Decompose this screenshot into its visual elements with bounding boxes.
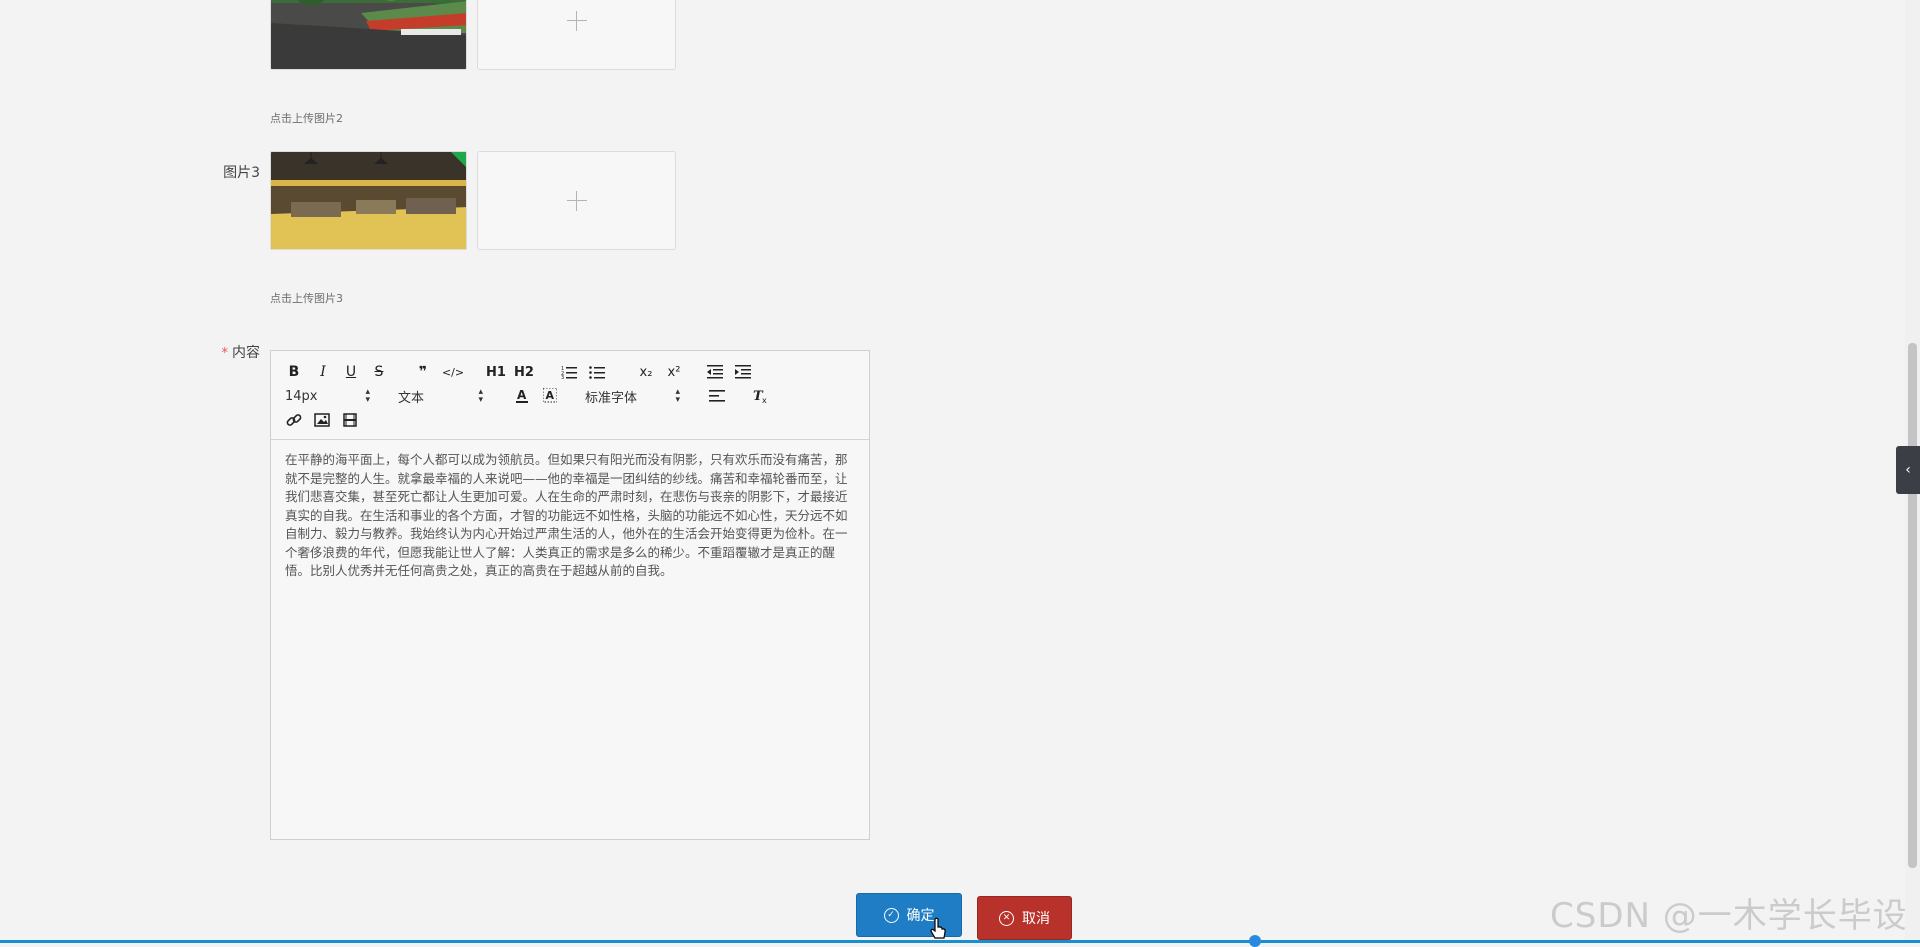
park-photo-image [271,0,466,69]
header-select[interactable]: 文本 ▴ ▾ [398,387,483,406]
svg-text:A: A [517,388,527,402]
bold-button[interactable]: B [285,362,303,382]
required-mark: * [221,346,229,361]
close-circle-icon: ✕ [999,910,1014,926]
image2-upload-button[interactable] [477,0,676,70]
check-circle-icon: ✓ [883,907,899,923]
svg-text:A: A [546,389,555,402]
ordered-list-icon[interactable]: 123 [560,362,578,382]
scrollbar-thumb[interactable] [1908,343,1917,868]
cancel-button-label: 取消 [1022,911,1050,927]
image-icon[interactable] [313,410,331,430]
header1-button[interactable]: H1 [486,362,506,382]
header-value: 文本 [398,390,425,406]
font-family-select[interactable]: 标准字体 ▴ ▾ [585,387,680,406]
image3-upload-button[interactable] [477,151,676,250]
superscript-button[interactable]: x² [664,362,684,382]
image3-hint: 点击上传图片3 [270,292,343,305]
svg-text:3: 3 [561,375,564,379]
subscript-button[interactable]: x₂ [636,362,656,382]
rich-text-editor: B I U S ❞ </> H1 H2 123 x₂ x² 14px ▴ ▾ 文… [270,350,870,840]
select-caret-icon: ▴ ▾ [365,387,370,405]
indent-icon[interactable] [734,362,752,382]
code-block-button[interactable]: </> [442,362,464,382]
confirm-button[interactable]: ✓ 确定 [856,893,962,937]
image2-thumbnail[interactable] [270,0,467,70]
outdent-icon[interactable] [706,362,724,382]
header2-button[interactable]: H2 [514,362,534,382]
video-icon[interactable] [341,410,359,430]
font-family-value: 标准字体 [585,390,638,406]
background-color-icon[interactable]: A [541,386,559,406]
underline-button[interactable]: U [342,362,360,382]
editor-toolbar: B I U S ❞ </> H1 H2 123 x₂ x² 14px ▴ ▾ 文… [271,351,869,440]
link-icon[interactable] [285,410,303,430]
align-icon[interactable] [708,386,726,406]
bullet-list-icon[interactable] [588,362,606,382]
cancel-button[interactable]: ✕ 取消 [977,896,1072,940]
hand-cursor-icon [930,917,946,939]
bottom-indicator-dot [1249,935,1261,947]
italic-button[interactable]: I [314,362,332,382]
select-caret-icon: ▴ ▾ [478,387,483,405]
font-size-value: 14px [285,388,318,404]
svg-text:x: x [762,396,767,403]
watermark: CSDN @一木学长毕设 [1550,896,1908,936]
clear-format-icon[interactable]: Tx [752,386,770,406]
strike-button[interactable]: S [370,362,388,382]
image3-thumbnail[interactable] [270,151,467,250]
content-label-text: 内容 [232,345,260,361]
content-label: * 内容 [200,342,261,362]
font-size-select[interactable]: 14px ▴ ▾ [285,387,370,405]
editor-content[interactable]: 在平静的海平面上，每个人都可以成为领航员。但如果只有阳光而没有阴影，只有欢乐而没… [271,440,869,592]
image2-hint: 点击上传图片2 [270,112,343,125]
side-panel-toggle[interactable]: ‹ [1896,446,1920,494]
image3-label: 图片3 [223,165,260,181]
select-caret-icon: ▴ ▾ [675,387,680,405]
text-color-icon[interactable]: A [513,386,531,406]
plus-icon [566,10,587,31]
plus-icon [566,190,587,211]
office-photo-image [271,152,466,249]
blockquote-button[interactable]: ❞ [414,362,432,382]
